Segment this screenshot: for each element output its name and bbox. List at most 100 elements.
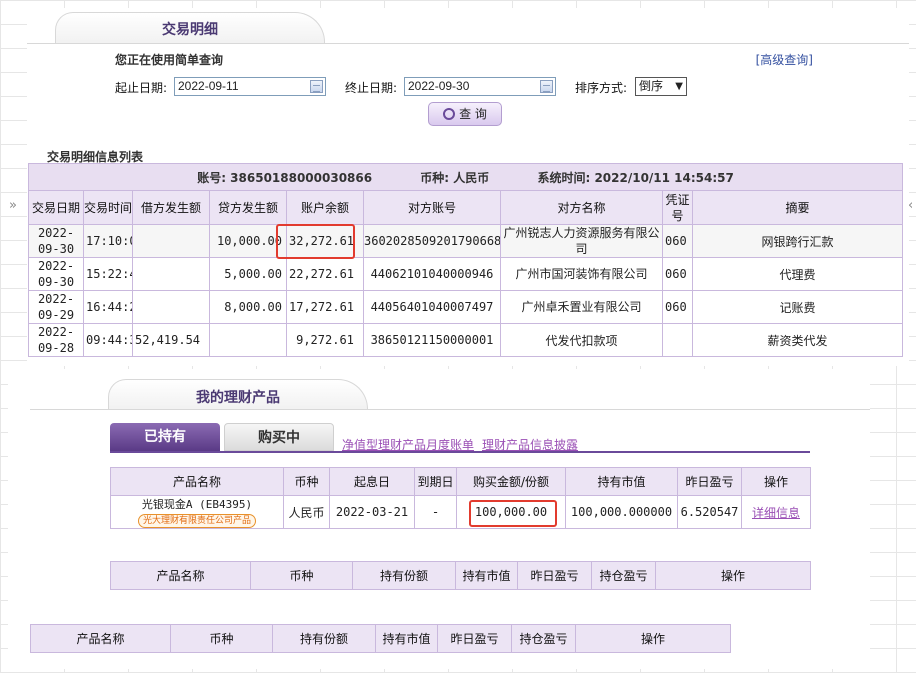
detail-link[interactable]: 详细信息 xyxy=(752,506,800,520)
cell-action: 详细信息 xyxy=(741,495,811,529)
cell-start-date: 2022-03-21 xyxy=(329,495,415,529)
table-row[interactable]: 光银现金A (EB4395) 光大理财有限责任公司产品 人民币 2022-03-… xyxy=(110,495,811,529)
cell-balance: 22,272.61 xyxy=(286,257,364,291)
cell-counterparty-account: 44056401040007497 xyxy=(363,290,501,324)
monthly-statement-link[interactable]: 净值型理财产品月度账单 xyxy=(342,436,474,453)
cell-time: 09:44:31 xyxy=(83,323,133,357)
column-header: 持有市值 xyxy=(375,624,438,653)
column-header: 摘要 xyxy=(691,190,904,225)
table-row[interactable]: 2022-09-29 16:44:24 8,000.00 17,272.61 4… xyxy=(28,290,904,324)
cell-debit xyxy=(132,290,210,324)
cell-credit: 8,000.00 xyxy=(209,290,287,324)
transaction-detail-tab: 交易明细 xyxy=(55,12,325,44)
product-name: 光银现金A (EB4395) xyxy=(141,498,253,511)
magnifier-icon xyxy=(443,108,456,120)
query-button-label: 查 询 xyxy=(459,107,487,121)
column-header: 持仓盈亏 xyxy=(591,561,656,590)
column-header: 到期日 xyxy=(414,467,457,496)
advanced-query-link[interactable]: [高级查询] xyxy=(756,51,813,68)
issuer-badge: 光大理财有限责任公司产品 xyxy=(137,514,256,528)
account-number: 账号: 38650188000030866 xyxy=(197,170,373,185)
amount-highlight-box xyxy=(469,500,557,527)
wealth-products-panel: 我的理财产品 已持有 购买中 净值型理财产品月度账单 理财产品信息披露 产品名称… xyxy=(8,369,870,669)
column-header: 操作 xyxy=(575,624,731,653)
cell-credit xyxy=(209,323,287,357)
column-header: 币种 xyxy=(250,561,353,590)
cell-debit xyxy=(132,257,210,291)
column-header: 持仓盈亏 xyxy=(511,624,576,653)
column-header: 产品名称 xyxy=(110,467,284,496)
cell-counterparty-name: 广州市国河装饰有限公司 xyxy=(500,257,663,291)
transaction-detail-panel: 交易明细 您正在使用简单查询 [高级查询] 起止日期: 2022-09-11 终… xyxy=(27,8,909,366)
cell-time: 16:44:24 xyxy=(83,290,133,324)
cell-time: 17:10:02 xyxy=(83,224,133,258)
table-header-row: 产品名称 币种 持有份额 持有市值 昨日盈亏 持仓盈亏 操作 xyxy=(30,624,731,653)
tab-buying[interactable]: 购买中 xyxy=(224,423,334,451)
column-header: 交易日期 xyxy=(28,190,84,225)
column-header: 昨日盈亏 xyxy=(437,624,512,653)
holdings-table-3: 产品名称 币种 持有份额 持有市值 昨日盈亏 持仓盈亏 操作 xyxy=(30,624,731,653)
cell-balance: 9,272.61 xyxy=(286,323,364,357)
cell-date: 2022-09-28 xyxy=(28,323,84,357)
column-header: 账户余额 xyxy=(286,190,364,225)
cell-voucher xyxy=(662,323,693,357)
wealth-products-tab: 我的理财产品 xyxy=(108,379,368,410)
cell-currency: 人民币 xyxy=(283,495,330,529)
holdings-table-2: 产品名称 币种 持有份额 持有市值 昨日盈亏 持仓盈亏 操作 xyxy=(110,561,811,590)
transaction-table: 账号: 38650188000030866 币种: 人民币 系统时间: 2022… xyxy=(27,163,904,357)
simple-query-hint: 您正在使用简单查询 xyxy=(115,53,224,67)
cell-memo: 记账费 xyxy=(691,290,904,324)
column-header: 对方名称 xyxy=(500,190,663,225)
start-date-value: 2022-09-11 xyxy=(178,79,239,93)
account-info-row: 账号: 38650188000030866 币种: 人民币 系统时间: 2022… xyxy=(27,163,904,191)
product-disclosure-link[interactable]: 理财产品信息披露 xyxy=(482,436,578,453)
column-header: 昨日盈亏 xyxy=(517,561,592,590)
sort-order-value: 倒序 xyxy=(639,79,664,93)
cell-counterparty-account: 3602028509201790668 xyxy=(363,224,501,258)
cell-date: 2022-09-30 xyxy=(28,224,84,258)
query-button[interactable]: 查 询 xyxy=(428,102,502,126)
sort-order-select[interactable]: 倒序 ▼ xyxy=(635,77,687,96)
divider xyxy=(27,43,909,44)
expand-left-arrow-icon[interactable]: » xyxy=(9,198,17,213)
column-header: 昨日盈亏 xyxy=(677,467,742,496)
cell-memo: 代理费 xyxy=(691,257,904,291)
table-row[interactable]: 2022-09-30 15:22:49 5,000.00 22,272.61 4… xyxy=(28,257,904,291)
calendar-icon[interactable] xyxy=(540,80,553,93)
cell-product-name: 光银现金A (EB4395) 光大理财有限责任公司产品 xyxy=(110,495,284,529)
panel-title: 我的理财产品 xyxy=(196,390,280,406)
start-date-input[interactable]: 2022-09-11 xyxy=(174,77,326,96)
cell-credit: 5,000.00 xyxy=(209,257,287,291)
end-date-value: 2022-09-30 xyxy=(408,79,470,93)
cell-counterparty-name: 代发代扣款项 xyxy=(500,323,663,357)
calendar-icon[interactable] xyxy=(310,80,323,93)
cell-debit xyxy=(132,224,210,258)
cell-counterparty-name: 广州锐志人力资源服务有限公司 xyxy=(500,224,663,258)
column-header: 产品名称 xyxy=(30,624,171,653)
cell-voucher: 060 xyxy=(662,290,693,324)
system-time: 系统时间: 2022/10/11 14:54:57 xyxy=(537,170,734,185)
cell-yesterday-pl: 6.520547 xyxy=(677,495,742,529)
column-header: 贷方发生额 xyxy=(209,190,287,225)
column-header: 持有份额 xyxy=(352,561,456,590)
end-date-input[interactable]: 2022-09-30 xyxy=(404,77,556,96)
tab-held[interactable]: 已持有 xyxy=(110,423,220,451)
column-header: 交易时间 xyxy=(83,190,133,225)
cell-voucher: 060 xyxy=(662,224,693,258)
cell-voucher: 060 xyxy=(662,257,693,291)
panel-title: 交易明细 xyxy=(162,22,218,38)
cell-memo: 薪资类代发 xyxy=(691,323,904,357)
table-header-row: 产品名称 币种 持有份额 持有市值 昨日盈亏 持仓盈亏 操作 xyxy=(110,561,811,590)
table-row[interactable]: 2022-09-30 17:10:02 10,000.00 32,272.61 … xyxy=(28,224,904,258)
column-header: 起息日 xyxy=(329,467,415,496)
column-header: 币种 xyxy=(283,467,330,496)
cell-date: 2022-09-30 xyxy=(28,257,84,291)
start-date-label: 起止日期: xyxy=(115,81,168,95)
held-products-table: 产品名称 币种 起息日 到期日 购买金额/份额 持有市值 昨日盈亏 操作 光银现… xyxy=(110,467,811,529)
cell-counterparty-account: 38650121150000001 xyxy=(363,323,501,357)
table-row[interactable]: 2022-09-28 09:44:31 52,419.54 9,272.61 3… xyxy=(28,323,904,357)
column-header: 操作 xyxy=(655,561,811,590)
column-header: 操作 xyxy=(741,467,811,496)
column-header: 购买金额/份额 xyxy=(456,467,566,496)
column-header: 持有市值 xyxy=(455,561,518,590)
